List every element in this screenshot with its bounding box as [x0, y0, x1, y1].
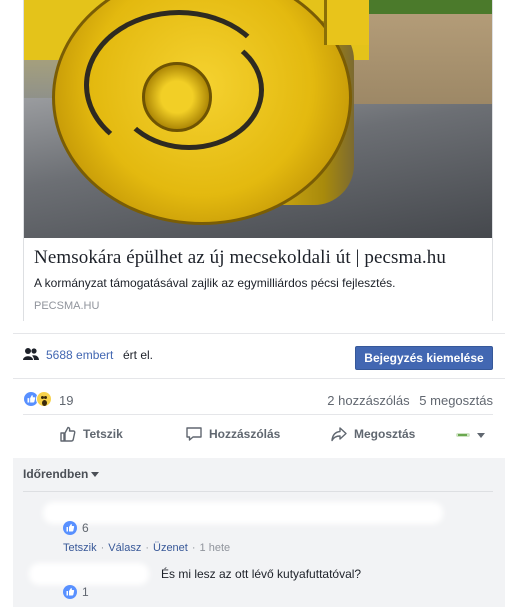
divider [13, 333, 505, 334]
shares-count-link[interactable]: 5 megosztás [419, 393, 493, 408]
like-label: Tetszik [83, 427, 123, 441]
blurred-comment-content [43, 502, 443, 524]
reactions-count[interactable]: 19 [59, 393, 73, 408]
comment-actions-cropped [63, 602, 263, 607]
chevron-down-icon [91, 472, 100, 478]
divider [23, 414, 493, 415]
reach-count-link[interactable]: 5688 embert [46, 348, 113, 362]
comment-like-link[interactable]: Tetszik [63, 542, 97, 554]
comment-like-count: 1 [82, 585, 89, 599]
comment-text: És mi lesz az ott lévő kutyafuttatóval? [161, 567, 362, 581]
comment-message-link[interactable]: Üzenet [153, 542, 188, 554]
comments-section: Időrendben 6 Tetszik · Válasz · Üzenet · 1 het… [13, 458, 505, 607]
link-preview-card[interactable]: Nemsokára épülhet az új mecsekoldali út … [23, 0, 493, 321]
grass [352, 0, 492, 14]
share-arrow-icon [331, 427, 347, 442]
comments-count-link[interactable]: 2 hozzászólás [327, 393, 409, 408]
comment-button[interactable]: Hozzászólás [185, 425, 280, 443]
share-button[interactable]: Megosztás [330, 425, 415, 443]
blurred-commenter-name [29, 563, 149, 585]
chevron-down-icon [477, 433, 485, 438]
roller-hub [142, 62, 212, 132]
comment-sort-dropdown[interactable]: Időrendben [23, 467, 100, 481]
link-description: A kormányzat támogatásával zajlik az egy… [34, 276, 396, 290]
post-actions-row: Tetszik Hozzászólás Megosztás [23, 420, 493, 450]
comment-like-count: 6 [82, 521, 89, 535]
comment-reply-link[interactable]: Válasz [108, 542, 141, 554]
link-title[interactable]: Nemsokára épülhet az új mecsekoldali út … [34, 246, 482, 270]
roller-cab [324, 0, 369, 45]
link-preview-image[interactable] [24, 0, 492, 238]
comment-like-icon[interactable] [63, 521, 77, 535]
comment-timestamp[interactable]: 1 hete [200, 542, 231, 554]
reach-row: 5688 embert ért el. Bejegyzés kiemelése [23, 345, 493, 370]
comment-actions: Tetszik · Válasz · Üzenet · 1 hete [63, 542, 231, 554]
comment-label: Hozzászólás [209, 427, 281, 441]
comment-bubble-icon [186, 427, 202, 441]
comment-sort-label: Időrendben [23, 467, 89, 481]
link-preview-text[interactable]: Nemsokára épülhet az új mecsekoldali út … [24, 238, 492, 321]
reach-suffix: ért el. [123, 348, 154, 362]
stats-right: 2 hozzászólás 5 megosztás [321, 393, 493, 408]
comment-like-icon[interactable] [63, 585, 77, 599]
divider [13, 378, 505, 379]
wow-reaction-icon[interactable] [36, 391, 52, 407]
like-button[interactable]: Tetszik [59, 425, 123, 443]
stats-row: 19 2 hozzászólás 5 megosztás [23, 390, 493, 410]
page-avatar-icon [455, 430, 471, 440]
share-label: Megosztás [354, 427, 416, 441]
thumbs-up-icon [60, 426, 76, 442]
boost-post-button[interactable]: Bejegyzés kiemelése [355, 346, 493, 370]
dirt-bank [352, 14, 492, 104]
link-domain: PECSMA.HU [34, 300, 100, 312]
post-as-selector[interactable] [455, 430, 485, 442]
divider [23, 491, 493, 492]
people-icon [23, 348, 39, 360]
